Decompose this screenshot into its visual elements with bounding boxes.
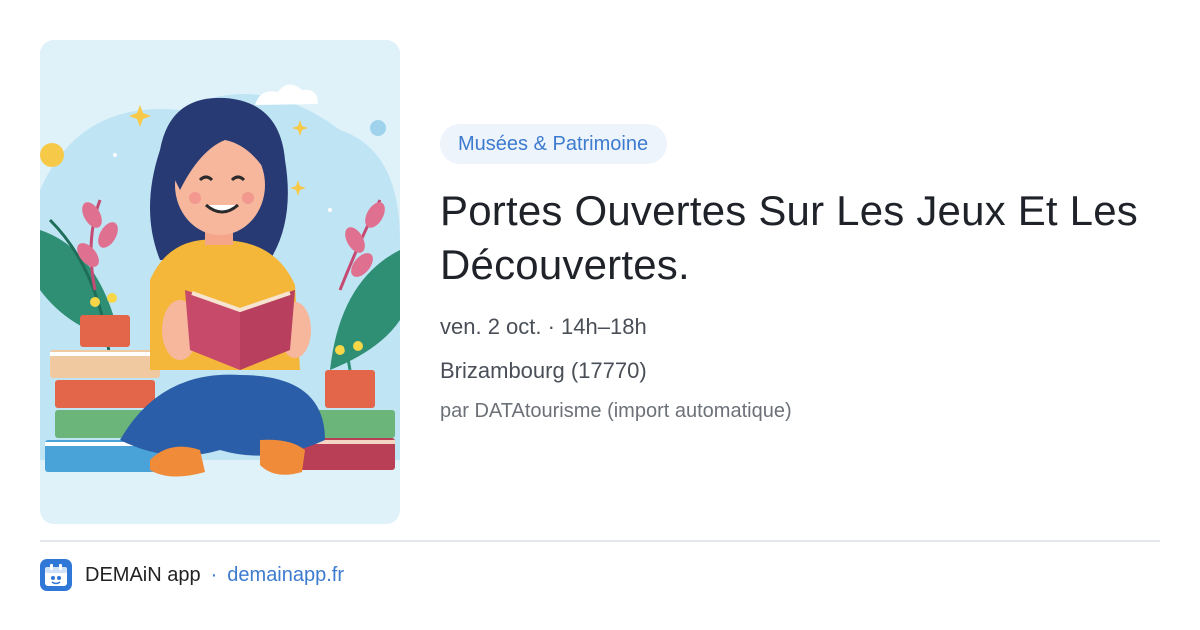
footer-divider: [40, 540, 1160, 542]
footer-separator: ·: [210, 563, 218, 586]
event-date-time: ven. 2 oct. · 14h–18h: [440, 314, 647, 339]
event-location: Brizambourg (17770): [440, 358, 647, 383]
category-badge[interactable]: Musées & Patrimoine: [440, 124, 668, 164]
app-name: DEMAiN app: [85, 563, 201, 586]
event-details: Musées & Patrimoine Portes Ouvertes Sur …: [440, 124, 1160, 424]
app-website-link[interactable]: demainapp.fr: [227, 564, 344, 587]
footer: DEMAiN app · demainapp.fr: [40, 558, 344, 592]
event-source: par DATAtourisme (import automatique): [440, 400, 792, 422]
event-illustration: [40, 40, 400, 524]
share-card: Musées & Patrimoine Portes Ouvertes Sur …: [0, 0, 1200, 630]
app-logo-icon: [40, 559, 72, 591]
event-title: Portes Ouvertes Sur Les Jeux Et Les Déco…: [440, 187, 1138, 288]
